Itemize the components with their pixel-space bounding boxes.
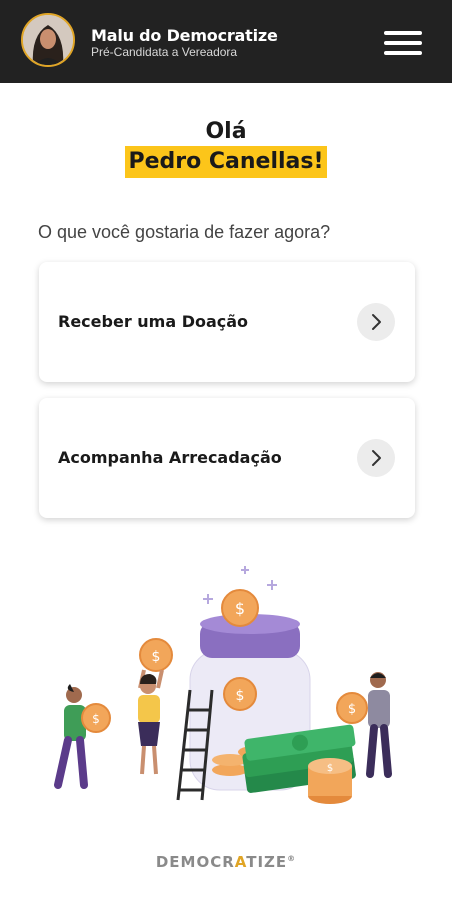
brand-end: TIZE [246, 853, 288, 871]
svg-text:$: $ [327, 763, 333, 774]
receive-donation-label: Receber uma Doação [58, 312, 249, 331]
question-text: O que você gostaria de fazer agora? [38, 222, 331, 242]
brand-start: DEMOCR [155, 853, 235, 871]
app-header: Malu do Democratize Pré-Candidata a Vere… [0, 0, 452, 83]
svg-text:$: $ [348, 702, 356, 717]
track-fundraising-card[interactable]: Acompanha Arrecadação [39, 398, 415, 518]
fundraising-illustration: $ $ $ $ $ $ [54, 566, 392, 804]
svg-text:$: $ [152, 649, 161, 665]
svg-text:$: $ [236, 688, 245, 704]
svg-text:$: $ [235, 599, 245, 618]
democratize-logo: DEMOCRATIZE® [0, 853, 452, 871]
chevron-right-icon[interactable] [357, 439, 395, 477]
brand-accent: A [234, 853, 247, 871]
receive-donation-card[interactable]: Receber uma Doação [39, 262, 415, 382]
greeting-name-row: Pedro Canellas! [0, 146, 452, 178]
avatar[interactable] [21, 13, 75, 67]
candidate-name: Malu do Democratize [91, 26, 278, 45]
registered-mark: ® [287, 854, 297, 863]
user-name: Pedro Canellas! [125, 146, 327, 178]
track-fundraising-label: Acompanha Arrecadação [58, 448, 282, 467]
svg-text:$: $ [92, 712, 100, 726]
menu-icon[interactable] [384, 31, 422, 55]
greeting-hello: Olá [205, 119, 247, 144]
candidate-subtitle: Pré-Candidata a Vereadora [91, 45, 238, 59]
chevron-right-icon[interactable] [357, 303, 395, 341]
